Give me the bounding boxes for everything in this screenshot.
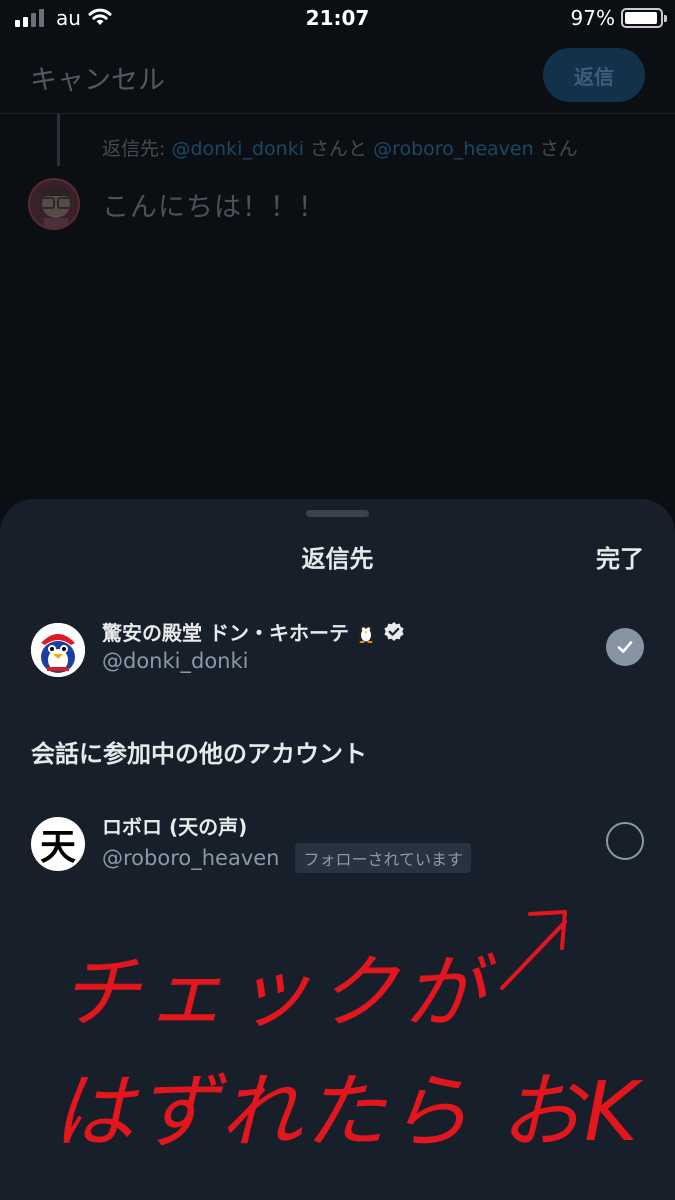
- reply-to-join: さんと: [303, 138, 374, 160]
- reply-to-line[interactable]: 返信先: @donki_donki さんと @roboro_heaven さん: [102, 134, 578, 161]
- account-name-row: ロボロ (天の声): [102, 811, 247, 840]
- account-handle: @roboro_heaven: [102, 846, 280, 870]
- reply-button[interactable]: 返信: [543, 48, 645, 102]
- donki-avatar: [31, 623, 85, 677]
- done-button[interactable]: 完了: [596, 539, 644, 574]
- thread-line: [57, 114, 60, 166]
- avatar-character: 天: [39, 826, 76, 868]
- reply-to-user-1: @donki_donki: [171, 138, 304, 160]
- reply-to-suffix: さん: [533, 138, 578, 160]
- battery-icon: [621, 8, 667, 28]
- sheet-title: 返信先: [301, 545, 374, 573]
- reply-to-sheet: 返信先 完了 驚安の殿堂 ドン・キホーテ @donki_donki 会話に参加中…: [0, 499, 675, 1200]
- compose-screen: キャンセル 返信 返信先: @donki_donki さんと @roboro_h…: [0, 38, 675, 498]
- reply-to-prefix: 返信先:: [102, 138, 172, 160]
- penguin-emoji-icon: [357, 623, 374, 643]
- section-title-other-accounts: 会話に参加中の他のアカウント: [31, 740, 367, 768]
- status-bar: au 21:07 97%: [0, 0, 675, 38]
- account-row-other[interactable]: 天 ロボロ (天の声) @roboro_heaven フォローされています: [0, 809, 675, 879]
- account-handle-row: @roboro_heaven フォローされています: [102, 843, 472, 873]
- cancel-button[interactable]: キャンセル: [30, 58, 165, 97]
- compose-header: キャンセル 返信: [0, 38, 675, 114]
- user-avatar: [28, 178, 80, 230]
- verified-badge-icon: [384, 621, 404, 641]
- reply-to-user-2: @roboro_heaven: [373, 138, 534, 160]
- follows-you-badge: フォローされています: [295, 843, 472, 873]
- account-name-row: 驚安の殿堂 ドン・キホーテ: [102, 617, 405, 646]
- account-row-primary[interactable]: 驚安の殿堂 ドン・キホーテ @donki_donki: [0, 615, 675, 685]
- checkmark-icon: [617, 641, 633, 653]
- selected-checkbox[interactable]: [606, 628, 644, 666]
- unselected-checkbox[interactable]: [606, 822, 644, 860]
- account-name: 驚安の殿堂 ドン・キホーテ: [102, 621, 349, 645]
- roboro-avatar: 天: [31, 817, 85, 871]
- battery-percentage: 97%: [570, 6, 615, 30]
- tweet-text-input[interactable]: こんにちは！！！: [102, 185, 326, 224]
- account-name: ロボロ (天の声): [102, 815, 248, 839]
- account-handle: @donki_donki: [102, 649, 249, 673]
- account-handle-row: @donki_donki: [102, 649, 248, 673]
- sheet-grabber[interactable]: [306, 510, 369, 517]
